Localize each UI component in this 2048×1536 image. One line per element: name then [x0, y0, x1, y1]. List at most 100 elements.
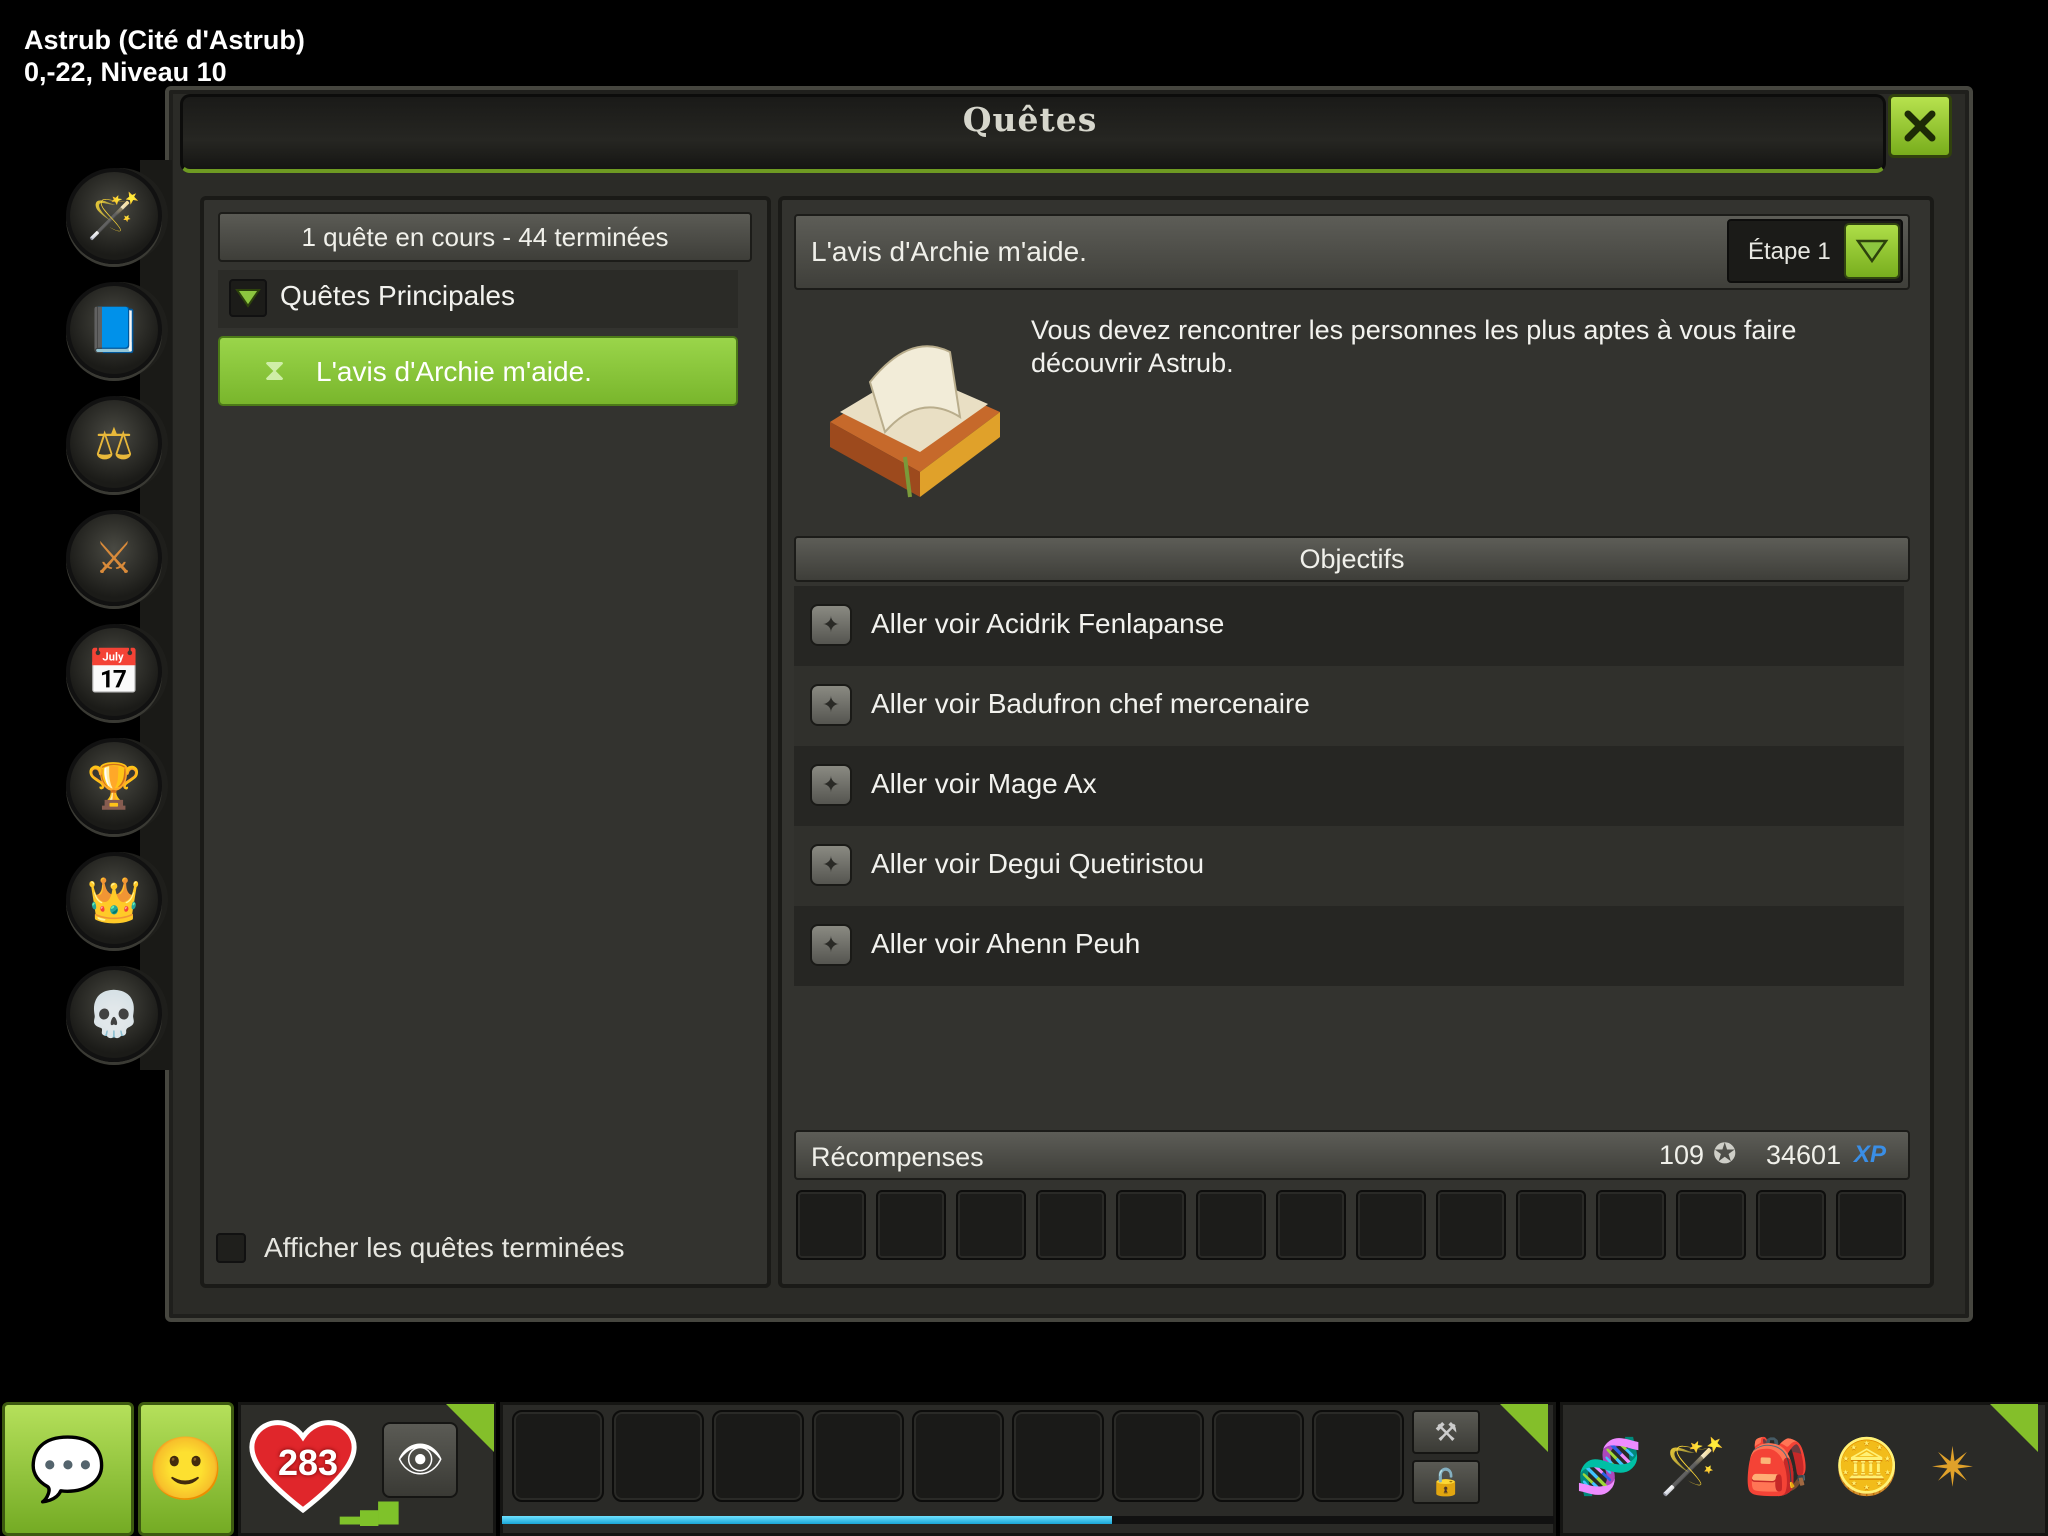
chevron-down-icon	[1855, 239, 1889, 264]
lock-icon: 🔓	[1429, 1466, 1463, 1497]
gold-coin-icon: 🪙	[1833, 1436, 1901, 1497]
crown-icon: 👑	[86, 876, 142, 925]
items-toggle-button[interactable]: 🔓	[1412, 1460, 1480, 1504]
smiley-icon: 🙂	[147, 1434, 225, 1504]
shortcut-slot[interactable]	[912, 1410, 1004, 1502]
monster-skull-icon: 💀	[86, 990, 142, 1039]
chevron-down-icon	[235, 289, 261, 308]
reward-slot[interactable]	[1036, 1190, 1106, 1260]
wand-star-icon: 🪄	[86, 192, 142, 241]
bestiary-tab[interactable]: 📘	[66, 282, 162, 378]
reward-slot[interactable]	[1276, 1190, 1346, 1260]
reward-slot[interactable]	[1676, 1190, 1746, 1260]
reward-slot[interactable]	[1436, 1190, 1506, 1260]
dna-icon: 🧬	[1575, 1436, 1643, 1497]
zone-name: Astrub (Cité d'Astrub)	[24, 25, 305, 55]
achievements-tab[interactable]: 🏆	[66, 738, 162, 834]
xp-reward: 34601	[1766, 1140, 1842, 1170]
xp-label: XP	[1854, 1141, 1887, 1168]
shortcut-slot[interactable]	[1112, 1410, 1204, 1502]
map-button[interactable]: ✴	[1916, 1430, 1990, 1504]
reward-slot[interactable]	[956, 1190, 1026, 1260]
monsters-tab[interactable]: 💀	[66, 966, 162, 1062]
map-location: Astrub (Cité d'Astrub) 0,-22, Niveau 10	[24, 24, 305, 88]
trophy-icon: 🏆	[86, 762, 142, 811]
quest-title: L'avis d'Archie m'aide.	[811, 236, 1087, 267]
wand-icon: ⚒	[1434, 1416, 1458, 1447]
calendar-icon: 📅	[86, 648, 142, 697]
spells-menu-button[interactable]: 🧬	[1572, 1430, 1646, 1504]
coords-level: 0,-22, Niveau 10	[24, 57, 227, 87]
objective-text: Aller voir Ahenn Peuh	[871, 928, 1141, 959]
reward-slot[interactable]	[1836, 1190, 1906, 1260]
health-points: 283	[277, 1442, 339, 1483]
almanax-tab[interactable]: 👑	[66, 852, 162, 948]
objectives-header: Objectifs	[794, 536, 1910, 582]
hourglass-icon: ⧗	[264, 354, 286, 387]
shop-button[interactable]: 🪙	[1830, 1430, 1904, 1504]
quests-tab[interactable]: 🪄	[66, 168, 162, 264]
scales-icon: ⚖	[94, 419, 134, 469]
chat-button[interactable]: 💬	[2, 1402, 134, 1536]
shortcut-slot[interactable]	[812, 1410, 904, 1502]
xp-bar-fill	[502, 1516, 1112, 1524]
quests-menu-button[interactable]: 🪄	[1656, 1430, 1730, 1504]
reward-slot[interactable]	[1516, 1190, 1586, 1260]
signal-bars-icon: ▂▄▆	[340, 1494, 399, 1524]
calendar-tab[interactable]: 📅	[66, 624, 162, 720]
inventory-button[interactable]: 🎒	[1740, 1430, 1814, 1504]
compass-rose-icon: ✴	[1930, 1437, 1976, 1498]
window-title: Quêtes	[962, 100, 1098, 139]
objective-row[interactable]: ✦ Aller voir Acidrik Fenlapanse	[794, 586, 1904, 666]
book-icon: 📘	[86, 306, 142, 355]
reward-slot[interactable]	[876, 1190, 946, 1260]
show-completed-label[interactable]: Afficher les quêtes terminées	[264, 1232, 625, 1264]
compass-icon[interactable]: ✦	[810, 684, 852, 726]
category-label: Quêtes Principales	[280, 280, 516, 311]
step-dropdown-button[interactable]	[1844, 223, 1900, 279]
objective-text: Aller voir Degui Quetiristou	[871, 848, 1205, 879]
resize-corner-icon[interactable]	[1500, 1404, 1548, 1452]
reward-slot[interactable]	[1356, 1190, 1426, 1260]
objective-row[interactable]: ✦ Aller voir Degui Quetiristou	[794, 826, 1904, 906]
quest-description: Vous devez rencontrer les personnes les …	[1031, 315, 1797, 378]
alignment-tab[interactable]: ⚖	[66, 396, 162, 492]
resize-corner-icon[interactable]	[1990, 1404, 2038, 1452]
shortcut-slot[interactable]	[512, 1410, 604, 1502]
shortcut-slot[interactable]	[1012, 1410, 1104, 1502]
shortcut-slot[interactable]	[612, 1410, 704, 1502]
reward-slot[interactable]	[796, 1190, 866, 1260]
kamas-icon: ✪	[1713, 1138, 1737, 1169]
spells-toggle-button[interactable]: ⚒	[1412, 1410, 1480, 1454]
reward-slot[interactable]	[1756, 1190, 1826, 1260]
close-x-icon	[1904, 110, 1936, 142]
jobs-tab[interactable]: ⚔	[66, 510, 162, 606]
step-label: Étape 1	[1748, 238, 1831, 265]
reward-slot[interactable]	[1596, 1190, 1666, 1260]
shortcut-slot[interactable]	[1312, 1410, 1404, 1502]
compass-icon[interactable]: ✦	[810, 924, 852, 966]
objective-text: Aller voir Acidrik Fenlapanse	[871, 608, 1225, 639]
shortcut-slot[interactable]	[712, 1410, 804, 1502]
kamas-reward: 109	[1659, 1140, 1705, 1170]
category-toggle[interactable]	[229, 279, 267, 317]
objective-row[interactable]: ✦ Aller voir Badufron chef mercenaire	[794, 666, 1904, 746]
reward-slot[interactable]	[1196, 1190, 1266, 1260]
compass-icon[interactable]: ✦	[810, 764, 852, 806]
wand-star-icon: 🪄	[1659, 1436, 1727, 1497]
reward-slot[interactable]	[1116, 1190, 1186, 1260]
objective-row[interactable]: ✦ Aller voir Ahenn Peuh	[794, 906, 1904, 986]
compass-icon[interactable]: ✦	[810, 844, 852, 886]
shortcut-slot[interactable]	[1212, 1410, 1304, 1502]
eye-icon: 👁	[395, 1439, 445, 1481]
show-completed-checkbox[interactable]	[216, 1233, 246, 1263]
quest-list-item-label: L'avis d'Archie m'aide.	[316, 356, 592, 387]
rewards-label: Récompenses	[811, 1142, 984, 1172]
compass-icon[interactable]: ✦	[810, 604, 852, 646]
backpack-icon: 🎒	[1743, 1436, 1811, 1497]
objective-row[interactable]: ✦ Aller voir Mage Ax	[794, 746, 1904, 826]
emote-button[interactable]: 🙂	[138, 1402, 234, 1536]
resize-corner-icon[interactable]	[446, 1404, 494, 1452]
close-button[interactable]	[1888, 94, 1952, 158]
crossed-tools-icon: ⚔	[94, 533, 134, 583]
